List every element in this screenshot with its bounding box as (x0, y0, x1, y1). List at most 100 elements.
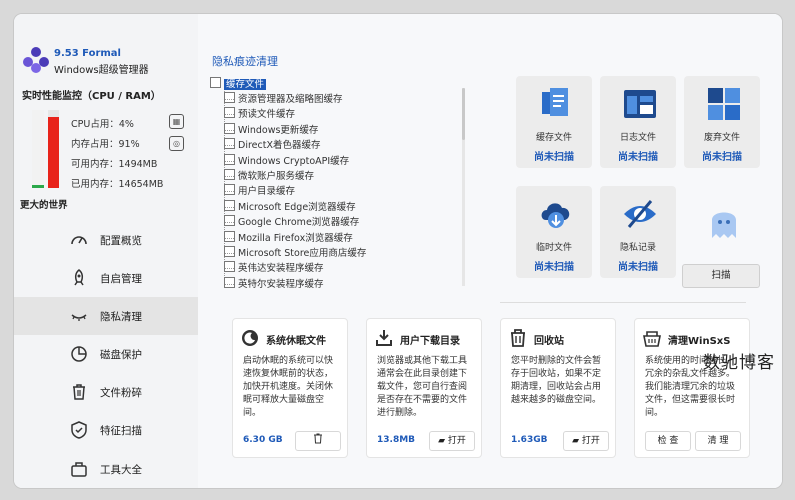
tree-item[interactable]: Windows更新缓存 (224, 122, 318, 137)
main-panel: 隐私痕迹清理 缓存文件 资源管理器及缩略图缓存 预读文件缓存 Windows更新缓存… (198, 14, 782, 488)
tree-item-checkbox[interactable] (224, 246, 235, 257)
tree-connector (225, 145, 234, 147)
tile-obsolete-files[interactable]: 废弃文件 尚未扫描 (684, 76, 760, 168)
card-downloads: 用户下载目录 浏览器或其他下载工具通常会在此目录创建下载文件，您可自行查阅是否存… (366, 318, 482, 458)
tree-root[interactable]: 缓存文件 (210, 76, 267, 91)
tree-item[interactable]: 用户目录缓存 (224, 183, 295, 198)
tree-item-label: Mozilla Firefox浏览器缓存 (238, 232, 353, 244)
tree-item-checkbox[interactable] (224, 199, 235, 211)
tree-item-label: 英特尔安装程序缓存 (238, 278, 324, 290)
tree-connector (225, 237, 234, 239)
tree-item-checkbox[interactable] (224, 261, 235, 273)
card-size: 6.30 GB (243, 435, 283, 445)
button-label: 打开 (581, 436, 600, 446)
tree-item[interactable]: Microsoft Edge浏览器缓存 (224, 199, 356, 214)
nav-label: 工具大全 (100, 464, 142, 476)
tree-item-checkbox[interactable] (224, 276, 235, 288)
tree-item[interactable]: Windows CryptoAPI缓存 (224, 153, 349, 168)
delete-hibernate-button[interactable] (295, 431, 341, 451)
tree-connector (225, 253, 234, 254)
sleep-icon (242, 330, 258, 346)
mem-usage: 内存占用：91% (71, 139, 140, 150)
tree-scrollbar-thumb[interactable] (462, 88, 465, 140)
divider (500, 302, 746, 303)
log-window-icon (624, 90, 656, 118)
tree-item-checkbox[interactable] (224, 230, 235, 242)
cpu-chip-icon[interactable]: ▦ (169, 114, 184, 129)
tree-item-checkbox[interactable] (224, 169, 235, 180)
tree-item[interactable]: 预读文件缓存 (224, 106, 295, 121)
app-window: 9.53 Formal Windows超级管理器 实时性能监控（CPU / RA… (14, 14, 782, 488)
tree-connector (225, 129, 234, 131)
tree-item-checkbox[interactable] (224, 107, 235, 119)
check-winsxs-button[interactable]: 检 查 (645, 431, 691, 451)
tree-item[interactable]: 资源管理器及缩略图缓存 (224, 91, 343, 106)
tree-item[interactable]: DirectX着色器缓存 (224, 137, 320, 152)
tree-connector (225, 222, 234, 224)
tile-cache-files[interactable]: 缓存文件 尚未扫描 (516, 76, 592, 168)
tree-item[interactable]: 英特尔安装程序缓存 (224, 276, 324, 291)
tree-item[interactable]: Microsoft Store应用商店缓存 (224, 245, 366, 260)
tree-item-checkbox[interactable] (224, 138, 235, 150)
available-mem: 可用内存：1494MB (71, 159, 158, 170)
card-desc: 您平时删除的文件会暂存于回收站，如果不定期清理，回收站会占用越来越多的磁盘空间。 (511, 356, 602, 405)
tree-item[interactable]: 英伟达安装程序缓存 (224, 260, 324, 275)
cloud-download-icon (541, 203, 570, 228)
sidebar: 9.53 Formal Windows超级管理器 实时性能监控（CPU / RA… (14, 14, 198, 488)
tree-item-checkbox[interactable] (224, 184, 235, 196)
tile-status: 尚未扫描 (618, 262, 658, 273)
ram-gauge (48, 110, 59, 188)
nav-config-overview[interactable]: 配置概览 (14, 221, 198, 259)
trash-icon (314, 433, 322, 444)
nav-label: 自启管理 (100, 273, 142, 285)
eye-closed-icon (71, 314, 87, 321)
nav-toolbox[interactable]: 工具大全 (14, 450, 198, 488)
tile-status: 尚未扫描 (534, 262, 574, 273)
tree-item[interactable]: 微软账户服务缓存 (224, 168, 314, 183)
card-hibernate: 系统休眠文件 启动休眠的系统可以快速恢复休眠前的状态，加快开机速度。关闭休眠可释… (232, 318, 348, 458)
nav-feature-scan[interactable]: 特征扫描 (14, 411, 198, 449)
memory-icon[interactable]: ◎ (169, 136, 184, 151)
tree-root-checkbox[interactable] (210, 77, 221, 88)
tree-connector (225, 206, 234, 208)
tree-scrollbar[interactable] (462, 88, 465, 286)
tree-item[interactable]: Google Chrome浏览器缓存 (224, 214, 359, 229)
tile-temp-files[interactable]: 临时文件 尚未扫描 (516, 186, 592, 278)
nav-file-shred[interactable]: 文件粉碎 (14, 373, 198, 411)
tree-item-checkbox[interactable] (224, 122, 235, 134)
nav-privacy-clean[interactable]: 隐私清理 (14, 297, 198, 335)
trash-icon (73, 384, 85, 400)
card-title: 回收站 (534, 336, 564, 347)
tree-connector (225, 160, 234, 162)
nav-label: 隐私清理 (100, 311, 142, 323)
nav-startup-manager[interactable]: 自启管理 (14, 259, 198, 297)
scan-button[interactable]: 扫描 (682, 264, 760, 288)
card-title: 用户下载目录 (400, 336, 460, 347)
tile-status: 尚未扫描 (618, 152, 658, 163)
tree-item-label: 英伟达安装程序缓存 (238, 263, 324, 275)
tree-item-checkbox[interactable] (224, 92, 235, 103)
card-desc: 启动休眠的系统可以快速恢复休眠前的状态，加快开机速度。关闭休眠可释放大量磁盘空间… (243, 356, 334, 418)
tree-item[interactable]: Mozilla Firefox浏览器缓存 (224, 230, 353, 245)
nav-disk-protect[interactable]: 磁盘保护 (14, 335, 198, 373)
tree-connector (225, 268, 234, 270)
card-winsxs: 清理WinSxS 系统使用的时间越长，冗余的杂乱文件越多。我们能清理冗余的垃圾文… (634, 318, 750, 458)
tree-connector (225, 99, 234, 100)
tile-log-files[interactable]: 日志文件 尚未扫描 (600, 76, 676, 168)
cpu-gauge-fill (32, 184, 44, 188)
open-downloads-button[interactable]: ▰ 打开 (429, 431, 475, 451)
clean-winsxs-button[interactable]: 清 理 (695, 431, 741, 451)
used-mem: 已用内存：14654MB (71, 179, 164, 190)
watermark-text: 数驰博客 (703, 353, 775, 373)
open-recycle-bin-button[interactable]: ▰ 打开 (563, 431, 609, 451)
cache-tree: 缓存文件 资源管理器及缩略图缓存 预读文件缓存 Windows更新缓存 DirectX… (210, 74, 468, 292)
pie-chart-icon (71, 346, 87, 362)
tree-item-label: Windows更新缓存 (238, 124, 319, 136)
tile-privacy-records[interactable]: 隐私记录 尚未扫描 (600, 186, 676, 278)
tree-item-checkbox[interactable] (224, 215, 235, 227)
card-title: 清理WinSxS (668, 336, 731, 347)
nav-label: 磁盘保护 (100, 349, 142, 361)
tree-item-label: DirectX着色器缓存 (238, 140, 321, 152)
tree-item-label: Google Chrome浏览器缓存 (238, 217, 360, 229)
tree-item-checkbox[interactable] (224, 153, 235, 165)
